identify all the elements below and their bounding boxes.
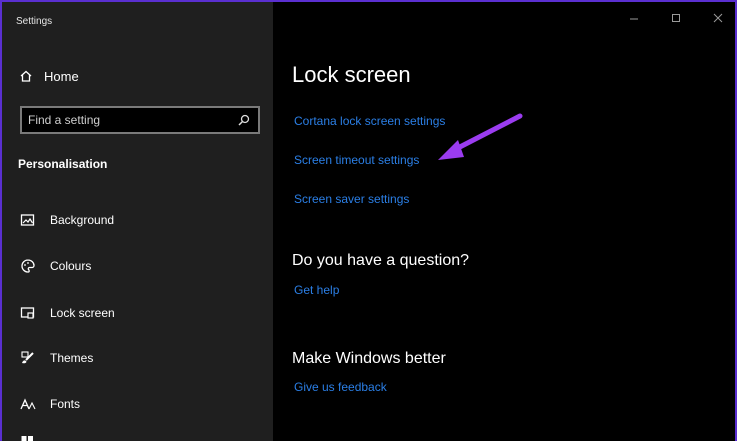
palette-icon (20, 258, 36, 274)
annotation-arrow-icon (438, 113, 523, 160)
page-title: Lock screen (292, 62, 411, 87)
link-cortana-lock-screen[interactable]: Cortana lock screen settings (294, 114, 445, 128)
sidebar-item-background[interactable]: Background (20, 211, 114, 229)
sidebar-item-themes[interactable]: Themes (20, 349, 93, 367)
settings-window: Settings Home Personalisation Background (2, 2, 735, 441)
home-label: Home (44, 68, 79, 84)
sidebar: Settings Home Personalisation Background (2, 2, 273, 441)
search-box[interactable] (20, 106, 260, 134)
sidebar-item-partial[interactable] (20, 432, 36, 441)
close-button[interactable] (703, 10, 733, 26)
sidebar-item-label: Colours (50, 259, 92, 273)
give-feedback-link[interactable]: Give us feedback (294, 380, 387, 394)
link-screen-saver[interactable]: Screen saver settings (294, 192, 409, 206)
picture-icon (20, 212, 36, 228)
sidebar-item-colours[interactable]: Colours (20, 257, 91, 275)
search-input[interactable] (28, 111, 228, 129)
font-icon (20, 396, 36, 412)
brush-icon (20, 350, 36, 366)
home-icon (20, 70, 32, 82)
sidebar-item-label: Fonts (50, 397, 81, 411)
search-icon[interactable] (238, 113, 250, 126)
question-heading: Do you have a question? (292, 252, 470, 269)
sidebar-item-lock-screen[interactable]: Lock screen (20, 304, 115, 322)
minimize-button[interactable] (619, 10, 649, 26)
maximize-button[interactable] (661, 10, 691, 26)
feedback-heading: Make Windows better (292, 350, 446, 367)
get-help-link[interactable]: Get help (294, 283, 339, 297)
lock-screen-icon (20, 305, 36, 321)
window-controls (585, 2, 735, 34)
window-title: Settings (16, 16, 53, 27)
sidebar-item-label: Background (50, 213, 115, 227)
section-title: Personalisation (18, 157, 108, 171)
sidebar-item-label: Lock screen (50, 306, 115, 320)
sidebar-item-label: Themes (50, 351, 94, 365)
sidebar-item-fonts[interactable]: Fonts (20, 395, 80, 413)
main-content: Lock screen Cortana lock screen settings… (273, 2, 735, 441)
link-screen-timeout[interactable]: Screen timeout settings (294, 153, 419, 167)
start-icon (20, 433, 36, 441)
sidebar-home[interactable]: Home (20, 68, 79, 84)
